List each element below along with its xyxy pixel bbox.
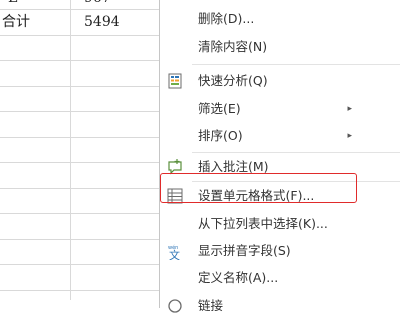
submenu-arrow-icon: ▸: [347, 104, 352, 114]
menu-item-clear-contents[interactable]: 清除内容(N): [160, 35, 400, 59]
submenu-arrow-icon: ▸: [347, 131, 352, 141]
menu-item-label: 删除(D)...: [198, 11, 255, 26]
cell-partial-label[interactable]: E: [8, 0, 18, 7]
svg-text:文: 文: [169, 248, 180, 260]
column-divider: [70, 0, 71, 300]
menu-item-link[interactable]: 链接: [160, 294, 400, 318]
cell-partial-value[interactable]: 967: [84, 0, 111, 7]
menu-separator: [192, 64, 400, 65]
menu-item-show-pinyin[interactable]: wén 文 显示拼音字段(S): [160, 239, 400, 263]
quick-analysis-icon: [166, 72, 184, 90]
menu-item-delete[interactable]: 删除(D)...: [160, 7, 400, 31]
menu-item-label: 筛选(E): [198, 101, 241, 116]
pinyin-icon: wén 文: [166, 242, 184, 262]
menu-item-label: 快速分析(Q): [198, 73, 268, 88]
cell-total-label[interactable]: 合计: [2, 13, 30, 31]
menu-item-quick-analysis[interactable]: 快速分析(Q): [160, 69, 400, 93]
menu-item-label: 清除内容(N): [198, 39, 268, 54]
cell-total-value[interactable]: 5494: [84, 13, 120, 31]
highlight-box: [160, 173, 357, 203]
context-menu: 删除(D)... 清除内容(N) 快速分析(Q) 筛选(E) ▸ 排序(O) ▸: [159, 0, 400, 313]
menu-item-pick-from-list[interactable]: 从下拉列表中选择(K)...: [160, 212, 400, 236]
menu-item-label: 显示拼音字段(S): [198, 243, 291, 258]
menu-item-label: 定义名称(A)...: [198, 270, 279, 285]
menu-item-label: 排序(O): [198, 128, 243, 143]
menu-item-filter[interactable]: 筛选(E) ▸: [160, 97, 400, 121]
menu-item-label: 从下拉列表中选择(K)...: [198, 216, 328, 231]
menu-item-sort[interactable]: 排序(O) ▸: [160, 124, 400, 148]
menu-separator: [192, 152, 400, 153]
menu-item-define-name[interactable]: 定义名称(A)...: [160, 266, 400, 290]
